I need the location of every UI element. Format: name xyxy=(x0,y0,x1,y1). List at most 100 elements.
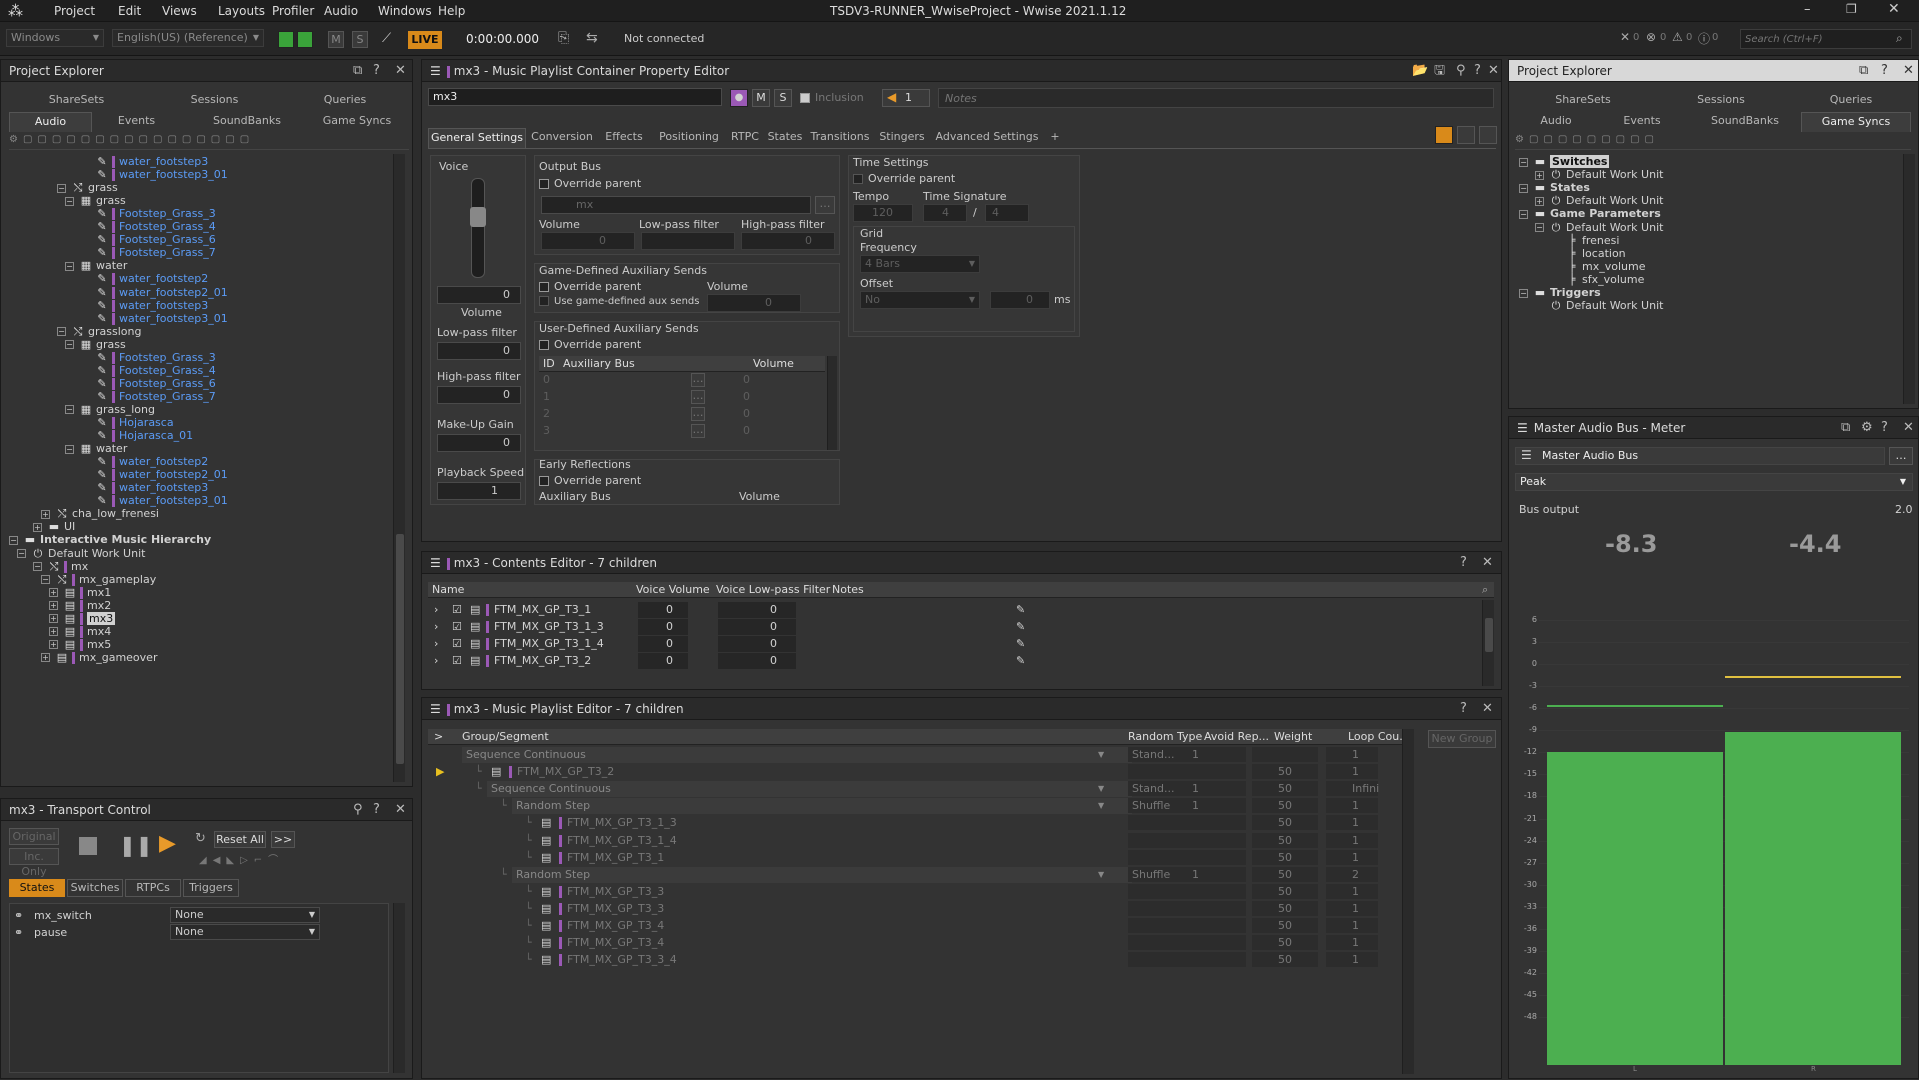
voice-lpf-value[interactable]: 0 xyxy=(718,636,796,652)
random-type-cell[interactable]: Shuffle xyxy=(1128,798,1192,814)
table-row[interactable]: › ☑ ▤ FTM_MX_GP_T3_2 0 0 ✎ xyxy=(428,653,1478,669)
help-icon[interactable]: ? xyxy=(1881,420,1888,435)
explorer-toolbar[interactable]: ⚙▢▢▢▢▢▢▢▢▢ xyxy=(1515,134,1911,150)
settings-icon[interactable]: ⚙ xyxy=(1861,420,1873,435)
random-type-cell[interactable] xyxy=(1128,883,1192,899)
close-panel-icon[interactable]: ✕ xyxy=(1903,63,1914,78)
playlist-row[interactable]: └ ▤ FTM_MX_GP_T3_4 50 1 xyxy=(428,935,1403,951)
close-panel-icon[interactable]: ✕ xyxy=(1482,701,1493,716)
explorer-toolbar[interactable]: ⚙▢▢▢▢▢▢▢▢▢▢▢▢▢▢▢▢ xyxy=(9,134,409,150)
menu-layouts[interactable]: Layouts xyxy=(218,4,265,18)
output-bus-select[interactable]: mx xyxy=(541,196,811,214)
avoid-repeat-cell[interactable] xyxy=(1188,918,1246,933)
menu-edit[interactable]: Edit xyxy=(118,4,141,18)
chevron-down-icon[interactable]: ▼ xyxy=(1098,747,1104,763)
weight-cell[interactable]: 50 xyxy=(1252,900,1318,916)
more-button[interactable]: >> xyxy=(271,831,295,848)
random-type-cell[interactable] xyxy=(1128,952,1192,968)
loop-count-cell[interactable]: 2 xyxy=(1326,866,1378,882)
avoid-repeat-cell[interactable] xyxy=(1188,815,1246,831)
tab-rtpc[interactable]: RTPC xyxy=(728,128,762,148)
aux-volume[interactable]: 0 xyxy=(743,406,750,422)
chevron-right-icon[interactable]: › xyxy=(434,602,438,618)
enabled-checkbox[interactable]: ☑ xyxy=(452,619,462,635)
tab-queries[interactable]: Queries xyxy=(285,91,405,111)
voice-volume-value[interactable]: 0 xyxy=(638,619,688,635)
pause-button[interactable]: ❚❚ xyxy=(119,835,153,855)
state-scrollbar[interactable] xyxy=(393,903,405,1073)
collapse-icon[interactable]: − xyxy=(17,549,26,558)
loop-count-cell[interactable]: 1 xyxy=(1326,952,1378,968)
notes-input[interactable] xyxy=(938,88,1494,108)
loop-count-cell[interactable]: 1 xyxy=(1326,832,1378,848)
playlist-row[interactable]: ▶ └ ▤ FTM_MX_GP_T3_2 50 1 xyxy=(428,764,1403,780)
close-panel-icon[interactable]: ✕ xyxy=(1488,63,1499,78)
playlist-row[interactable]: └ ▤ FTM_MX_GP_T3_1_4 50 1 xyxy=(428,832,1403,849)
avoid-repeat-cell[interactable] xyxy=(1188,900,1246,916)
mute-button[interactable]: M xyxy=(328,31,344,48)
random-type-cell[interactable] xyxy=(1128,935,1192,951)
weight-cell[interactable]: 50 xyxy=(1252,798,1318,814)
playback-speed-input[interactable]: 1 xyxy=(437,482,521,500)
undock-icon[interactable]: ⧉ xyxy=(1859,63,1868,78)
expand-icon[interactable]: + xyxy=(49,614,58,624)
solo-button[interactable]: S xyxy=(774,89,792,107)
weight-cell[interactable]: 50 xyxy=(1252,815,1318,831)
playlist-row[interactable]: └ ▤ FTM_MX_GP_T3_1 50 1 xyxy=(428,849,1403,866)
pin-icon[interactable]: ⚲ xyxy=(353,802,363,817)
table-row[interactable]: › ☑ ▤ FTM_MX_GP_T3_1_4 0 0 ✎ xyxy=(428,636,1478,652)
collapse-icon[interactable]: − xyxy=(1535,223,1544,232)
random-type-cell[interactable] xyxy=(1128,900,1192,916)
collapse-icon[interactable]: − xyxy=(9,535,18,545)
weight-cell[interactable]: 50 xyxy=(1252,832,1318,848)
info-icon[interactable]: ⓘ xyxy=(1698,30,1710,47)
menu-windows[interactable]: Windows xyxy=(378,4,432,18)
menu-audio[interactable]: Audio xyxy=(324,4,358,18)
chevron-down-icon[interactable]: ▼ xyxy=(1098,781,1104,797)
save-icon[interactable]: 🖫 xyxy=(1434,63,1445,78)
tab-events[interactable]: Events xyxy=(1601,112,1683,132)
early-override[interactable]: Override parent xyxy=(539,474,641,487)
collapse-icon[interactable]: − xyxy=(1519,157,1528,167)
expand-icon[interactable]: + xyxy=(1535,196,1544,206)
scrollbar-thumb[interactable] xyxy=(396,534,404,764)
object-name-input[interactable]: mx3 xyxy=(428,88,722,106)
playlist-row[interactable]: └ Sequence Continuous ▼ Stand... 1 50 Infini xyxy=(428,781,1403,798)
loop-count-cell[interactable]: Infini xyxy=(1326,781,1379,797)
loop-icon[interactable]: ↻ xyxy=(195,831,206,846)
tab-stingers[interactable]: Stingers xyxy=(876,128,928,148)
profiler-green-button-1[interactable] xyxy=(278,31,294,48)
tab-soundbanks[interactable]: SoundBanks xyxy=(197,112,297,132)
menu-help[interactable]: Help xyxy=(438,4,465,18)
folder-icon[interactable]: 📂 xyxy=(1412,63,1428,78)
edit-icon[interactable]: ✎ xyxy=(1016,636,1025,652)
user-aux-override[interactable]: Override parent xyxy=(539,338,641,351)
solo-button[interactable]: S xyxy=(352,31,368,48)
meter-mode-select[interactable]: Peak ▼ xyxy=(1515,473,1913,491)
tab-states[interactable]: States xyxy=(766,128,804,148)
random-type-cell[interactable] xyxy=(1128,918,1192,933)
help-icon[interactable]: ? xyxy=(1460,555,1467,570)
aux-volume[interactable]: 0 xyxy=(743,389,750,405)
collapse-icon[interactable]: − xyxy=(65,444,74,454)
search-input[interactable] xyxy=(1740,29,1912,49)
collapse-icon[interactable]: − xyxy=(33,562,42,572)
color-picker-button[interactable]: ● xyxy=(730,89,748,107)
loop-count-cell[interactable]: 1 xyxy=(1326,798,1378,814)
weight-cell[interactable]: 50 xyxy=(1252,935,1318,951)
expand-icon[interactable]: + xyxy=(49,627,58,637)
bus-lowpass-input[interactable] xyxy=(641,232,735,250)
close-panel-icon[interactable]: ✕ xyxy=(1482,555,1493,570)
tab-conversion[interactable]: Conversion xyxy=(530,128,594,148)
tree-scrollbar[interactable] xyxy=(1903,154,1915,404)
inclusion-checkbox[interactable]: Inclusion xyxy=(800,91,864,104)
playlist-row[interactable]: └ ▤ FTM_MX_GP_T3_3_4 50 1 xyxy=(428,952,1403,968)
error-icon[interactable]: ⊗ xyxy=(1646,30,1656,44)
tab-advanced-settings[interactable]: Advanced Settings xyxy=(932,128,1042,148)
play-marker-icon[interactable]: ▶ xyxy=(436,764,444,780)
collapse-icon[interactable]: − xyxy=(65,405,74,415)
output-bus-browse-button[interactable]: … xyxy=(815,196,835,214)
weight-cell[interactable]: 50 xyxy=(1252,866,1318,882)
enabled-checkbox[interactable]: ☑ xyxy=(452,602,462,618)
live-button[interactable]: LIVE xyxy=(408,31,442,49)
